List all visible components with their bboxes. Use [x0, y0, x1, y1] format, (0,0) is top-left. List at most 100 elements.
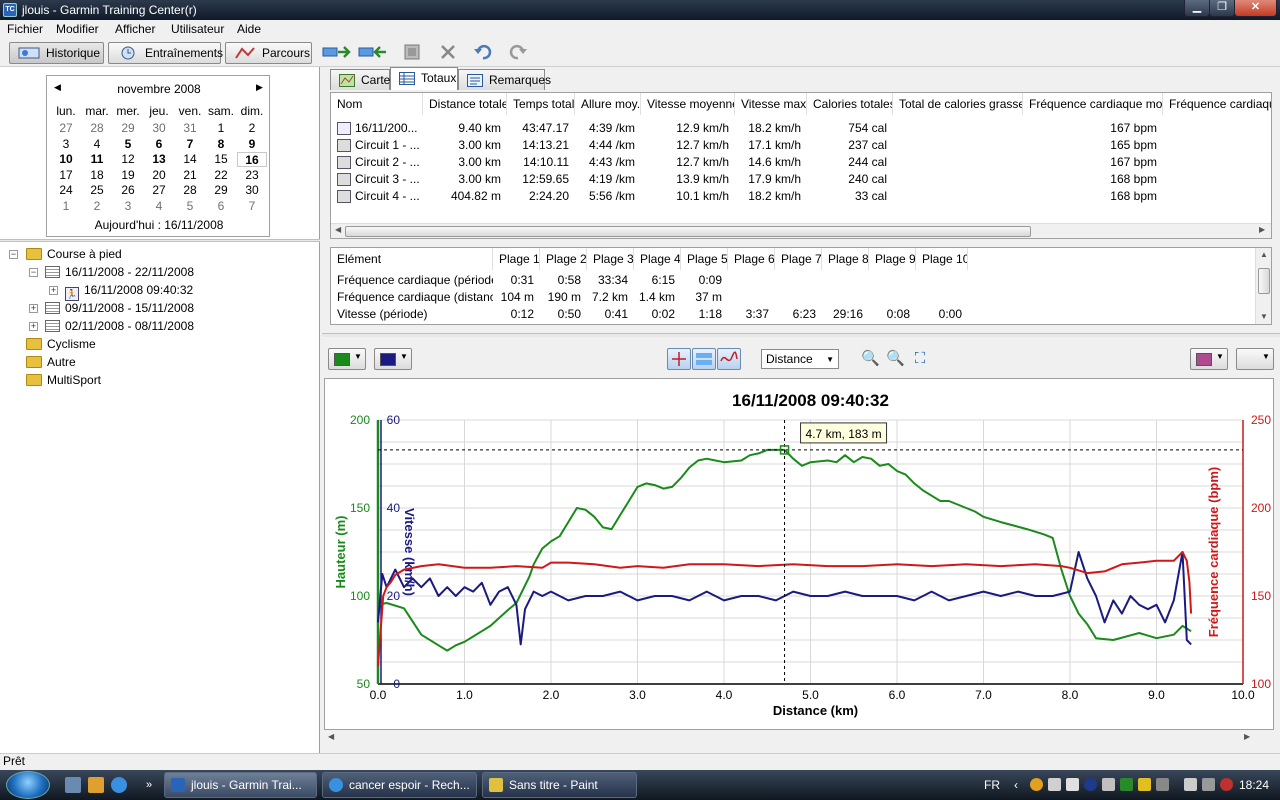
overlay-view-button[interactable] — [717, 348, 741, 370]
tray-expand-icon[interactable]: ‹ — [1014, 777, 1018, 793]
undo-icon[interactable] — [473, 43, 493, 61]
calendar-day[interactable]: 21 — [175, 168, 205, 183]
column-header[interactable]: Distance totale — [423, 93, 507, 115]
calendar-day[interactable]: 16 — [237, 152, 267, 167]
expand-icon[interactable]: + — [49, 286, 58, 295]
tree-item-course[interactable]: Course à pied — [26, 245, 122, 263]
calendar-day[interactable]: 7 — [237, 199, 267, 214]
scroll-right-icon[interactable]: ▶ — [1259, 225, 1265, 234]
collapse-icon[interactable]: − — [9, 250, 18, 259]
calendar-day[interactable]: 17 — [51, 168, 81, 183]
calendar-day[interactable]: 31 — [175, 121, 205, 136]
tray-app-icon[interactable] — [1048, 778, 1061, 791]
calendar-day[interactable]: 22 — [206, 168, 236, 183]
start-button[interactable] — [6, 771, 50, 799]
table-row[interactable]: Circuit 2 - ... 3.00 km 14:10.11 4:43 /km 12… — [331, 154, 1271, 171]
column-header[interactable]: Fréquence cardiaque moy. — [1023, 93, 1163, 115]
calendar-day[interactable]: 5 — [113, 137, 143, 152]
table-row[interactable]: Fréquence cardiaque (période) 0:31 0:58 33:… — [331, 272, 1251, 289]
show-desktop-icon[interactable] — [65, 777, 81, 793]
speed-color-picker[interactable]: ▼ — [374, 348, 412, 370]
calendar-day[interactable]: 23 — [237, 168, 267, 183]
tab-remarques[interactable]: Remarques — [458, 69, 551, 90]
calendar-day[interactable]: 20 — [144, 168, 174, 183]
table-row[interactable]: Circuit 4 - ... 404.82 m 2:24.20 5:56 /km 10… — [331, 188, 1271, 205]
elevation-color-picker[interactable]: ▼ — [328, 348, 366, 370]
tab-totaux[interactable]: Totaux — [390, 67, 458, 90]
menu-utilisateur[interactable]: Utilisateur — [171, 22, 224, 36]
calendar-day[interactable]: 30 — [144, 121, 174, 136]
calendar-day[interactable]: 27 — [51, 121, 81, 136]
security-icon[interactable] — [1220, 778, 1233, 791]
menu-fichier[interactable]: Fichier — [7, 22, 43, 36]
right-splitter[interactable] — [322, 333, 1280, 337]
tree-item-multisport[interactable]: MultiSport — [26, 371, 101, 389]
tray-app-icon[interactable] — [1156, 778, 1169, 791]
calendar-day[interactable]: 19 — [113, 168, 143, 183]
column-header[interactable]: Vitesse moyenne — [641, 93, 735, 115]
network-icon[interactable] — [1184, 778, 1197, 791]
calendar-day[interactable]: 1 — [206, 121, 236, 136]
column-header[interactable]: Plage 10 — [916, 248, 968, 270]
calendar-day[interactable]: 26 — [113, 183, 143, 198]
column-header[interactable]: Plage 4 — [634, 248, 681, 270]
maximize-button[interactable]: ❐ — [1209, 0, 1235, 17]
taskbar-item-gtc[interactable]: jlouis - Garmin Trai... — [164, 772, 317, 798]
tree-item-autre[interactable]: Autre — [26, 353, 76, 371]
expand-icon[interactable]: + — [29, 304, 38, 313]
tray-app-icon[interactable] — [1084, 778, 1097, 791]
calendar-day[interactable]: 2 — [237, 121, 267, 136]
column-header[interactable]: Temps total — [507, 93, 575, 115]
table-row[interactable]: Circuit 3 - ... 3.00 km 12:59.65 4:19 /km 13… — [331, 171, 1271, 188]
tree-item-cyclisme[interactable]: Cyclisme — [26, 335, 96, 353]
volume-icon[interactable] — [1202, 778, 1215, 791]
calendar-day[interactable]: 4 — [82, 137, 112, 152]
tray-app-icon[interactable] — [1066, 778, 1079, 791]
send-to-device-icon[interactable] — [322, 43, 352, 61]
calendar-day[interactable]: 29 — [206, 183, 236, 198]
minimize-button[interactable]: ▁ — [1184, 0, 1210, 17]
calendar-day[interactable]: 14 — [175, 152, 205, 167]
calendar-next-icon[interactable]: ▶ — [256, 82, 263, 93]
collapse-icon[interactable]: − — [29, 268, 38, 277]
historique-button[interactable]: Historique — [9, 42, 104, 64]
column-header[interactable]: Elément — [331, 248, 493, 270]
scroll-left-icon[interactable]: ◀ — [328, 732, 334, 741]
calendar-day[interactable]: 29 — [113, 121, 143, 136]
column-header[interactable]: Plage 2 — [540, 248, 587, 270]
parcours-button[interactable]: Parcours — [225, 42, 312, 64]
language-indicator[interactable]: FR — [984, 777, 1000, 793]
calendar-day[interactable]: 7 — [175, 137, 205, 152]
receive-from-device-icon[interactable] — [358, 43, 388, 61]
column-header[interactable]: Plage 1 — [493, 248, 540, 270]
table-row[interactable]: Vitesse (période) 0:12 0:50 0:41 0:02 1:18 3:3… — [331, 306, 1251, 323]
taskbar-item-ie[interactable]: cancer espoir - Rech... — [322, 772, 477, 798]
calendar-day[interactable]: 3 — [113, 199, 143, 214]
column-header[interactable]: Total de calories grasses — [893, 93, 1023, 115]
scroll-thumb[interactable] — [345, 226, 1031, 237]
import-icon[interactable] — [403, 43, 421, 61]
taskbar-item-paint[interactable]: Sans titre - Paint — [482, 772, 637, 798]
chart-panel[interactable]: 16/11/2008 09:40:32 0.0 1.0 2.0 3.0 4.0 5.0 6.0… — [324, 378, 1274, 730]
column-header[interactable]: Plage 9 — [869, 248, 916, 270]
scroll-up-icon[interactable]: ▲ — [1260, 250, 1268, 259]
column-header[interactable]: Plage 5 — [681, 248, 728, 270]
tree-item-week1[interactable]: 16/11/2008 - 22/11/2008 — [45, 263, 194, 281]
calendar-day[interactable]: 25 — [82, 183, 112, 198]
chart-options-dropdown[interactable]: ▼ — [1236, 348, 1274, 370]
expand-icon[interactable]: + — [29, 322, 38, 331]
table-row[interactable]: 16/11/200... 9.40 km 43:47.17 4:39 /km 12.9 … — [331, 120, 1271, 137]
totals-horizontal-scrollbar[interactable]: ◀ ▶ — [331, 223, 1271, 238]
zones-vertical-scrollbar[interactable]: ▲ ▼ — [1255, 248, 1271, 324]
tab-carte[interactable]: Carte — [330, 69, 390, 90]
menu-afficher[interactable]: Afficher — [115, 22, 155, 36]
chart-horizontal-scrollbar[interactable]: ◀ ▶ — [324, 730, 1274, 745]
calendar-day[interactable]: 1 — [51, 199, 81, 214]
column-header[interactable]: Allure moy. — [575, 93, 641, 115]
calendar-day[interactable]: 5 — [175, 199, 205, 214]
panel-splitter[interactable] — [0, 239, 320, 242]
zoom-in-icon[interactable]: 🔍 — [861, 350, 880, 368]
calendar-day[interactable]: 18 — [82, 168, 112, 183]
calendar-day[interactable]: 2 — [82, 199, 112, 214]
calendar-day[interactable]: 28 — [175, 183, 205, 198]
